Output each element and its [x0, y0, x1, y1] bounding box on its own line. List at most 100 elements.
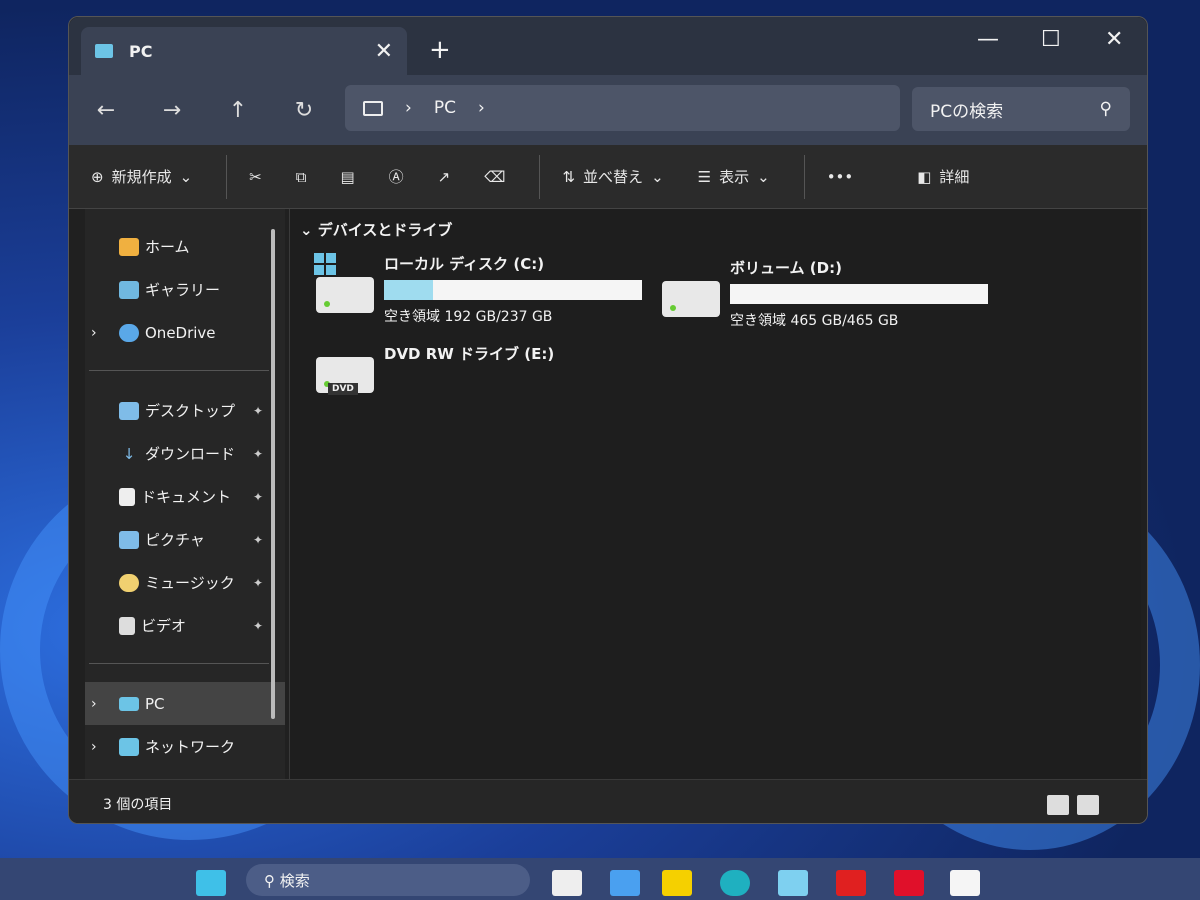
chevron-down-icon: ⌄: [300, 221, 318, 239]
sidebar-item-music[interactable]: ミュージック ✦: [85, 561, 285, 604]
close-tab-button[interactable]: ✕: [375, 39, 393, 64]
search-input[interactable]: PCの検索 ⚲: [912, 87, 1130, 131]
search-placeholder: PCの検索: [930, 101, 1004, 122]
copy-icon[interactable]: ⧉: [296, 168, 307, 186]
divider: [539, 154, 541, 199]
new-tab-button[interactable]: +: [429, 35, 451, 65]
more-button[interactable]: •••: [827, 168, 854, 186]
forward-button[interactable]: →: [139, 98, 205, 123]
rename-icon[interactable]: Ⓐ: [389, 166, 404, 187]
file-explorer-window: PC ✕ + — ☐ ✕ ← → ↑ ↻ › PC › PCの検索 ⚲ ⊕ 新規作成 ⌄ …: [68, 16, 1148, 824]
chevron-right-icon[interactable]: ›: [91, 739, 97, 755]
drive-c[interactable]: ローカル ディスク (C:) 空き領域 192 GB/237 GB: [314, 253, 642, 326]
sidebar-item-onedrive[interactable]: › OneDrive: [85, 311, 285, 354]
cut-icon[interactable]: ✂: [249, 168, 262, 186]
drive-name: ボリューム (D:): [730, 259, 842, 277]
chevron-right-icon: ›: [405, 98, 412, 118]
taskbar-search[interactable]: ⚲ 検索: [246, 864, 530, 896]
drive-name: DVD RW ドライブ (E:): [384, 345, 555, 363]
tab-pc[interactable]: PC ✕: [81, 27, 407, 75]
sidebar-item-pictures[interactable]: ピクチャ ✦: [85, 518, 285, 561]
sidebar-label: ホーム: [145, 238, 190, 256]
details-button[interactable]: ◧ 詳細: [917, 166, 969, 187]
share-icon[interactable]: ↗: [438, 168, 451, 186]
sidebar-item-network[interactable]: › ネットワーク: [85, 725, 285, 768]
document-icon: [119, 487, 135, 506]
amazon-icon[interactable]: [950, 870, 980, 896]
yahoo-icon[interactable]: [836, 870, 866, 896]
maximize-button[interactable]: ☐: [1041, 27, 1061, 52]
view-label: 表示: [719, 168, 750, 186]
start-button[interactable]: [196, 870, 226, 896]
edge-icon[interactable]: [720, 870, 750, 896]
network-icon: [119, 737, 139, 756]
navigation-bar: ← → ↑ ↻ › PC › PCの検索 ⚲: [69, 75, 1147, 145]
details-pane-icon: ◧: [917, 167, 932, 186]
sidebar-item-pc[interactable]: › PC: [85, 682, 285, 725]
chevron-right-icon[interactable]: ›: [91, 325, 97, 341]
taskbar: ⚲ 検索: [0, 858, 1200, 900]
plus-circle-icon: ⊕: [91, 167, 104, 186]
address-bar[interactable]: › PC ›: [345, 85, 900, 131]
store-icon[interactable]: [778, 870, 808, 896]
file-explorer-icon[interactable]: [662, 870, 692, 896]
group-title: デバイスとドライブ: [317, 221, 453, 239]
pin-icon[interactable]: ✦: [253, 619, 263, 633]
chevron-right-icon: ›: [477, 98, 485, 118]
divider: [89, 370, 269, 371]
divider: [89, 663, 269, 664]
windows-logo-icon: [314, 253, 336, 275]
sidebar-item-downloads[interactable]: ↓ ダウンロード ✦: [85, 432, 285, 475]
pin-icon[interactable]: ✦: [253, 576, 263, 590]
content-pane: ⌄ デバイスとドライブ ローカル ディスク (C:) 空き領域 192 GB/2…: [289, 209, 1141, 781]
paste-icon[interactable]: ▤: [340, 168, 354, 186]
home-icon: [119, 237, 139, 256]
back-button[interactable]: ←: [73, 98, 139, 123]
command-bar: ⊕ 新規作成 ⌄ ✂ ⧉ ▤ Ⓐ ↗ ⌫ ⇅ 並べ替え ⌄ ☰ 表示 ⌄ ••• ◧ 詳細: [69, 145, 1147, 209]
sidebar-label: ネットワーク: [145, 738, 236, 756]
sidebar-label: ギャラリー: [145, 281, 221, 299]
sidebar-label: デスクトップ: [145, 402, 236, 420]
desktop-icon: [119, 401, 139, 420]
close-button[interactable]: ✕: [1105, 27, 1123, 52]
drive-name: ローカル ディスク (C:): [384, 255, 545, 273]
tab-title: PC: [129, 41, 153, 61]
sidebar-item-desktop[interactable]: デスクトップ ✦: [85, 389, 285, 432]
sidebar-item-gallery[interactable]: ギャラリー: [85, 268, 285, 311]
minimize-button[interactable]: —: [977, 27, 999, 52]
drive-d[interactable]: ボリューム (D:) 空き領域 465 GB/465 GB: [662, 257, 988, 330]
sidebar-item-home[interactable]: ホーム: [85, 225, 285, 268]
youtube-icon[interactable]: [894, 870, 924, 896]
details-view-button[interactable]: [1047, 795, 1069, 815]
copilot-icon[interactable]: [610, 870, 640, 896]
navigation-pane: ホーム ギャラリー › OneDrive デスクトップ ✦ ↓ ダウンロード ✦ ドキュ…: [85, 209, 285, 781]
pictures-icon: [119, 530, 139, 549]
sidebar-item-videos[interactable]: ビデオ ✦: [85, 604, 285, 647]
monitor-icon: [363, 100, 383, 116]
pin-icon[interactable]: ✦: [253, 447, 263, 461]
pin-icon[interactable]: ✦: [253, 404, 263, 418]
sort-button[interactable]: ⇅ 並べ替え ⌄: [562, 166, 663, 187]
taskview-icon[interactable]: [552, 870, 582, 896]
divider: [226, 154, 228, 199]
pc-icon: [119, 696, 139, 711]
up-button[interactable]: ↑: [205, 98, 271, 123]
sidebar-item-documents[interactable]: ドキュメント ✦: [85, 475, 285, 518]
delete-icon[interactable]: ⌫: [484, 168, 505, 186]
scrollbar[interactable]: [271, 229, 275, 719]
drive-e[interactable]: DVD DVD RW ドライブ (E:): [316, 333, 555, 395]
refresh-button[interactable]: ↻: [271, 98, 337, 123]
pin-icon[interactable]: ✦: [253, 490, 263, 504]
group-header[interactable]: ⌄ デバイスとドライブ: [300, 219, 452, 240]
breadcrumb-pc[interactable]: PC: [434, 98, 456, 118]
new-button[interactable]: ⊕ 新規作成 ⌄: [91, 166, 192, 187]
tiles-view-button[interactable]: [1077, 795, 1099, 815]
sidebar-label: ピクチャ: [145, 531, 205, 549]
sidebar-label: PC: [145, 694, 165, 713]
view-button[interactable]: ☰ 表示 ⌄: [698, 166, 770, 187]
cloud-icon: [119, 323, 139, 342]
search-icon: ⚲: [1099, 99, 1112, 119]
pin-icon[interactable]: ✦: [253, 533, 263, 547]
status-bar: 3 個の項目: [69, 779, 1147, 823]
chevron-right-icon[interactable]: ›: [91, 696, 97, 712]
